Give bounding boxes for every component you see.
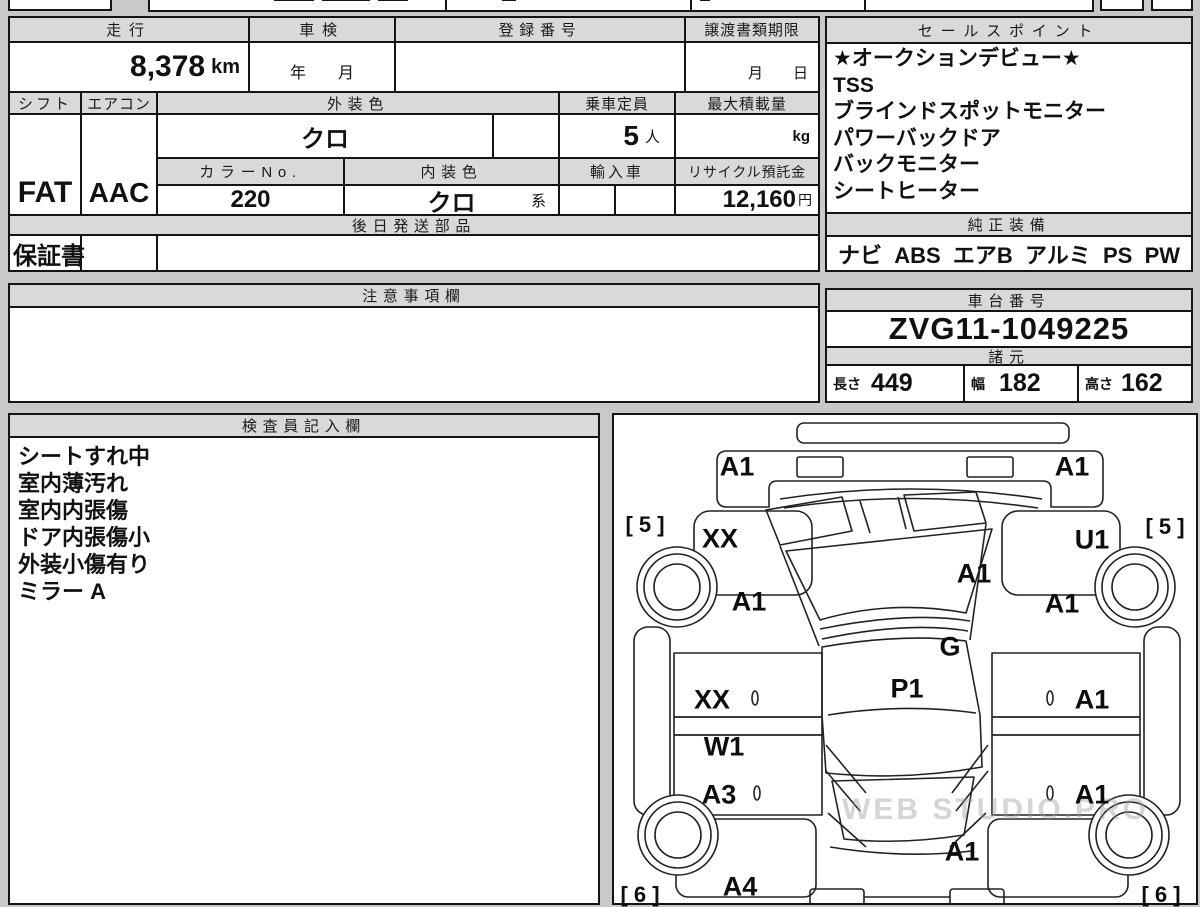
sales-points-panel: セールスポイント ★オークションデビュー★ TSS ブラインドスポットモニター … bbox=[825, 16, 1193, 214]
exterior-color-value: クロ bbox=[158, 115, 494, 159]
mileage-header: 走行 bbox=[10, 18, 250, 43]
import-sub-cell bbox=[616, 186, 676, 214]
mileage-value: 8,378 km bbox=[10, 43, 250, 93]
damage-code-left-rear-door-lower: A3 bbox=[701, 779, 737, 810]
sales-point-item: ブラインドスポットモニター bbox=[833, 100, 1106, 123]
auction-sheet: { "colors": { "header_bg": "#d9d9d9", "b… bbox=[0, 0, 1200, 906]
sales-point-item: シートヒーター bbox=[833, 179, 980, 203]
length-label: 長さ bbox=[833, 375, 861, 392]
tire-depth-rear-right: [ 6 ] bbox=[1141, 882, 1181, 907]
sales-points-list: ★オークションデビュー★ TSS ブラインドスポットモニター パワーバックドア … bbox=[833, 46, 1187, 205]
capacity-unit: 人 bbox=[644, 128, 660, 146]
damage-diagram-panel: WEB STUDIO.PRO A1 A1 [ 5 ] [ 5 ] XX U1 A… bbox=[612, 413, 1198, 907]
inspector-header: 検査員記入欄 bbox=[10, 415, 598, 438]
notes-header: 注意事項欄 bbox=[10, 285, 818, 308]
spec-length: 長さ 449 bbox=[827, 366, 965, 401]
cutoff-row-cell bbox=[148, 0, 1094, 12]
inspector-note: 外装小傷有り bbox=[18, 552, 151, 577]
chassis-value: ZVG11-1049225 bbox=[888, 312, 1130, 346]
damage-code-left-fender: XX bbox=[701, 523, 739, 554]
inspection-value: 年 月 bbox=[250, 43, 396, 93]
vehicle-info-table: 走行 車検 登録番号 譲渡書類期限 8,378 km 年 月 月 日 シフト エ… bbox=[8, 16, 820, 272]
import-header: 輸入車 bbox=[560, 159, 676, 186]
inspection-header: 車検 bbox=[250, 18, 396, 43]
equipment-header: 純正装備 bbox=[827, 214, 1191, 237]
damage-code-left-fender-lower: A1 bbox=[731, 586, 767, 617]
capacity-value: 5 人 bbox=[560, 115, 676, 159]
mileage-unit: km bbox=[211, 55, 240, 78]
inspector-note: 室内薄汚れ bbox=[18, 471, 129, 496]
capacity-header: 乗車定員 bbox=[560, 93, 676, 115]
later-parts-header: 後日発送部品 bbox=[10, 214, 818, 236]
interior-color-header: 内装色 bbox=[345, 159, 560, 186]
color-no-header: カラーNo. bbox=[158, 159, 345, 186]
recycle-unit: 円 bbox=[798, 192, 812, 208]
recycle-deposit-value: 12,160 円 bbox=[722, 186, 812, 213]
equipment-value: ナビ ABS エアB アルミ PS PW bbox=[837, 242, 1181, 268]
notes-panel: 注意事項欄 bbox=[8, 283, 820, 403]
exterior-color-header: 外装色 bbox=[158, 93, 560, 115]
color-no-value: 220 bbox=[158, 186, 345, 214]
damage-code-front-bumper-left: A1 bbox=[719, 451, 755, 482]
spec-width: 幅 182 bbox=[965, 366, 1079, 401]
damage-code-right-front-door: A1 bbox=[1074, 684, 1110, 715]
damage-code-cowl: G bbox=[939, 631, 961, 662]
chassis-header: 車台番号 bbox=[827, 290, 1191, 312]
damage-code-front-bumper-right: A1 bbox=[1054, 451, 1090, 482]
interior-color-suffix: 系 bbox=[530, 192, 546, 210]
max-load-header: 最大積載量 bbox=[676, 93, 818, 115]
registration-value bbox=[396, 43, 686, 93]
spec-height: 高さ 162 bbox=[1085, 369, 1163, 397]
exterior-color-sub-cell bbox=[494, 115, 560, 159]
inspector-note: ミラー A bbox=[18, 579, 107, 604]
sales-point-item: パワーバックドア bbox=[833, 126, 1001, 150]
later-parts-value: 保証書 bbox=[13, 242, 85, 270]
cutoff-row-cell bbox=[1151, 0, 1193, 11]
transfer-deadline-header: 譲渡書類期限 bbox=[686, 18, 818, 43]
inspector-notes-list: シートすれ中 室内薄汚れ 室内内張傷 ドア内張傷小 外装小傷有り ミラー A bbox=[18, 443, 150, 605]
inspector-panel: 検査員記入欄 シートすれ中 室内薄汚れ 室内内張傷 ドア内張傷小 外装小傷有り … bbox=[8, 413, 600, 905]
damage-code-roof: P1 bbox=[890, 673, 924, 704]
height-label: 高さ bbox=[1085, 375, 1113, 392]
damage-code-right-fender-lower: A1 bbox=[1044, 588, 1080, 619]
damage-code-left-rear-door-upper: W1 bbox=[703, 731, 745, 762]
car-outline-drawing bbox=[633, 422, 1181, 903]
max-load-unit: kg bbox=[676, 115, 818, 159]
interior-color-value: クロ 系 bbox=[345, 186, 560, 214]
registration-header: 登録番号 bbox=[396, 18, 686, 43]
recycle-deposit-header: リサイクル預託金 bbox=[676, 159, 818, 186]
damage-code-left-front-door: XX bbox=[693, 684, 731, 715]
tire-depth-front-left: [ 5 ] bbox=[625, 512, 665, 537]
damage-code-right-fender: U1 bbox=[1074, 524, 1110, 555]
sales-point-item: バックモニター bbox=[833, 153, 980, 176]
inspector-note: 室内内張傷 bbox=[18, 498, 129, 523]
tire-depth-front-right: [ 5 ] bbox=[1145, 514, 1185, 539]
sales-point-item: TSS bbox=[833, 73, 874, 97]
damage-code-tailgate: A1 bbox=[944, 836, 980, 867]
sales-points-header: セールスポイント bbox=[827, 18, 1191, 44]
aircon-header: エアコン bbox=[82, 93, 158, 115]
inspector-note: ドア内張傷小 bbox=[18, 525, 151, 550]
sales-point-item: ★オークションデビュー★ bbox=[833, 47, 1081, 70]
tire-depth-rear-left: [ 6 ] bbox=[620, 882, 660, 907]
cutoff-row-cell bbox=[1100, 0, 1144, 11]
width-label: 幅 bbox=[971, 375, 985, 392]
shift-header: シフト bbox=[10, 93, 82, 115]
import-sub-cell bbox=[560, 186, 616, 214]
specs-header: 諸元 bbox=[827, 346, 1191, 366]
damage-code-right-rear-door: A1 bbox=[1074, 779, 1110, 810]
equipment-panel: 純正装備 ナビ ABS エアB アルミ PS PW bbox=[825, 212, 1193, 272]
inspector-note: シートすれ中 bbox=[18, 444, 151, 469]
notes-value bbox=[10, 308, 818, 401]
damage-code-left-quarter: A4 bbox=[722, 871, 758, 902]
chassis-panel: 車台番号 ZVG11-1049225 諸元 長さ 449 幅 182 高さ 16… bbox=[825, 288, 1193, 403]
cutoff-row-cell bbox=[8, 0, 112, 11]
transfer-deadline-value: 月 日 bbox=[686, 43, 818, 93]
damage-code-hood: A1 bbox=[956, 558, 992, 589]
